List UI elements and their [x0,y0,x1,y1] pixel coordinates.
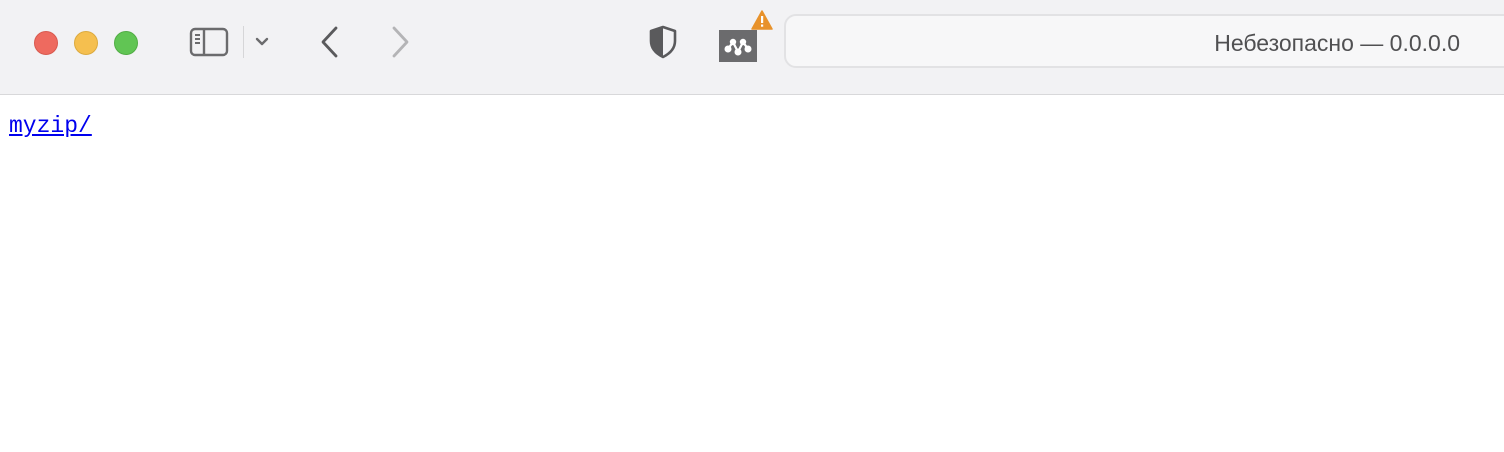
warning-icon [751,10,773,30]
back-arrow-icon [321,26,338,58]
privacy-report-button[interactable] [644,22,682,62]
page-content: myzip/ [0,95,1504,452]
tab-group-menu-button[interactable] [250,30,274,54]
directory-link[interactable]: myzip/ [9,113,92,139]
address-bar[interactable]: Небезопасно — 0.0.0.0 [784,14,1504,68]
toolbar-divider [243,26,244,58]
browser-toolbar: Небезопасно — 0.0.0.0 [0,0,1504,95]
forward-button[interactable] [384,22,416,62]
address-bar-text: Небезопасно — 0.0.0.0 [1214,30,1460,56]
chevron-down-icon [255,37,269,46]
close-window-button[interactable] [34,31,58,55]
forward-arrow-icon [392,26,409,58]
maximize-window-button[interactable] [114,31,138,55]
shield-icon [649,25,677,59]
mendeley-extension-button[interactable] [716,10,773,64]
sidebar-toggle-button[interactable] [186,24,232,60]
minimize-window-button[interactable] [74,31,98,55]
sidebar-icon [189,27,229,57]
back-button[interactable] [314,22,346,62]
